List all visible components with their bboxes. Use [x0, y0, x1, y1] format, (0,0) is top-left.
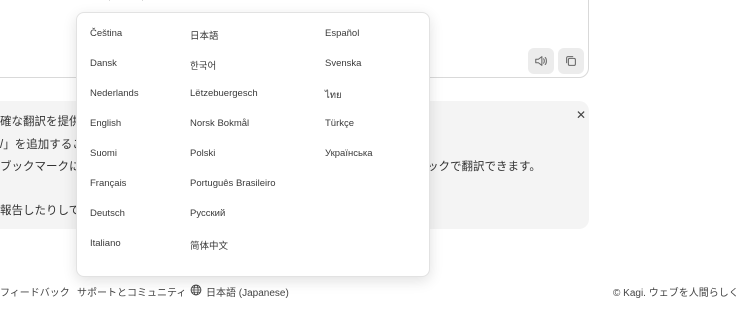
feedback-link[interactable]: フィードバック: [0, 284, 70, 299]
info-line-3: ブックマークに: [0, 161, 81, 173]
copy-icon: [566, 56, 576, 66]
close-icon[interactable]: ✕: [575, 109, 587, 121]
language-option[interactable]: Suomi: [90, 148, 117, 159]
support-link[interactable]: サポートとコミュニティ: [77, 284, 186, 299]
footer: フィードバック サポートとコミュニティ 日本語 (Japanese) © Kag…: [0, 284, 739, 299]
language-option[interactable]: Português Brasileiro: [190, 178, 276, 189]
language-option[interactable]: 日本語: [190, 28, 219, 42]
language-dropdown: Čeština 日本語 Español Dansk 한국어 Svenska Ne…: [76, 12, 430, 277]
globe-icon[interactable]: [190, 284, 202, 296]
info-line-3-continued: ックで翻訳できます。: [427, 161, 541, 173]
language-option[interactable]: ไทย: [325, 88, 342, 103]
speak-button[interactable]: [528, 48, 554, 74]
language-option[interactable]: Čeština: [90, 28, 122, 39]
language-option[interactable]: Italiano: [90, 238, 121, 249]
info-line-4: 報告したりして: [0, 205, 81, 217]
language-option[interactable]: Polski: [190, 148, 215, 159]
language-option[interactable]: Français: [90, 178, 126, 189]
language-option[interactable]: Українська: [325, 148, 373, 159]
language-selector[interactable]: 日本語 (Japanese): [206, 284, 289, 299]
language-option[interactable]: Türkçe: [325, 118, 354, 129]
info-line-1: 確な翻訳を提供: [0, 116, 81, 128]
language-option[interactable]: Svenska: [325, 58, 361, 69]
language-option[interactable]: English: [90, 118, 121, 129]
language-option[interactable]: Lëtzebuergesch: [190, 88, 258, 99]
language-option[interactable]: Deutsch: [90, 208, 125, 219]
language-option[interactable]: Nederlands: [90, 88, 139, 99]
language-option[interactable]: Dansk: [90, 58, 117, 69]
language-option[interactable]: Русский: [190, 208, 225, 219]
copyright: © Kagi. ウェブを人間らしく。: [613, 288, 739, 299]
language-option[interactable]: Norsk Bokmål: [190, 118, 249, 129]
language-option[interactable]: Español: [325, 28, 359, 39]
copy-button[interactable]: [558, 48, 584, 74]
language-option[interactable]: 简体中文: [190, 238, 228, 252]
speaker-icon: [535, 56, 547, 66]
card-divider: [109, 0, 143, 1]
language-option[interactable]: 한국어: [190, 58, 216, 72]
info-line-2: /」を追加するこ: [0, 139, 84, 151]
